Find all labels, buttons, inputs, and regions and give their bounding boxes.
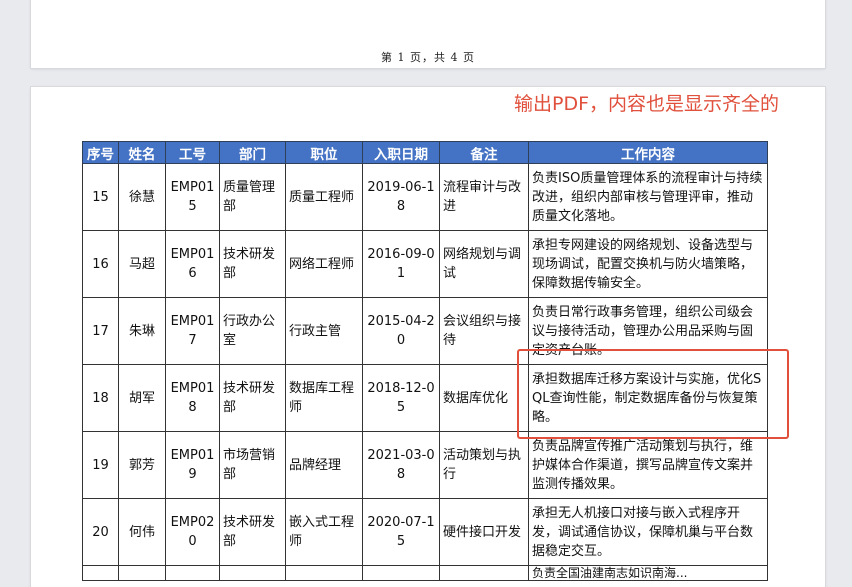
- cell-position: 品牌经理: [285, 431, 363, 499]
- cell-hire-date: [362, 565, 440, 581]
- cell-job-description: 承担数据库迁移方案设计与实施，优化SQL查询性能，制定数据库备份与恢复策略。: [528, 364, 768, 432]
- header-employee-id: 工号: [165, 141, 220, 164]
- cell-index: 20: [82, 498, 119, 566]
- cell-remarks: 流程审计与改进: [439, 163, 529, 231]
- cell-index: 17: [82, 297, 119, 365]
- cell-job-description: 承担专网建设的网络规划、设备选型与现场调试，配置交换机与防火墙策略，保障数据传输…: [528, 230, 768, 298]
- annotation-note: 输出PDF，内容也是显示齐全的: [514, 93, 780, 115]
- header-department: 部门: [219, 141, 286, 164]
- cell-hire-date: 2020-07-15: [362, 498, 440, 566]
- cell-name: [118, 565, 166, 581]
- cell-employee-id: EMP017: [165, 297, 220, 365]
- cell-job-description: 负责全国油建南志如识南海...: [528, 565, 768, 581]
- cell-job-description: 负责ISO质量管理体系的流程审计与持续改进，组织内部审核与管理评审，推动质量文化…: [528, 163, 768, 231]
- cell-name: 朱琳: [118, 297, 166, 365]
- cell-hire-date: 2015-04-20: [362, 297, 440, 365]
- cell-job-description: 承担无人机接口对接与嵌入式程序开发，调试通信协议，保障机巢与平台数据稳定交互。: [528, 498, 768, 566]
- cell-remarks: 硬件接口开发: [439, 498, 529, 566]
- cell-employee-id: EMP018: [165, 364, 220, 432]
- table-row: 20 何伟 EMP020 技术研发部 嵌入式工程师 2020-07-15 硬件接…: [82, 498, 768, 566]
- cell-hire-date: 2021-03-08: [362, 431, 440, 499]
- page-footer: 第 1 页，共 4 页: [381, 51, 475, 64]
- header-name: 姓名: [118, 141, 166, 164]
- cell-index: 19: [82, 431, 119, 499]
- cell-remarks: [439, 565, 529, 581]
- cell-job-description: 负责品牌宣传推广活动策划与执行，维护媒体合作渠道，撰写品牌宣传文案并监测传播效果…: [528, 431, 768, 499]
- table-row-partial: 负责全国油建南志如识南海...: [82, 565, 768, 581]
- cell-remarks: 网络规划与调试: [439, 230, 529, 298]
- cell-employee-id: EMP015: [165, 163, 220, 231]
- cell-position: 网络工程师: [285, 230, 363, 298]
- cell-index: 15: [82, 163, 119, 231]
- table-row: 17 朱琳 EMP017 行政办公室 行政主管 2015-04-20 会议组织与…: [82, 297, 768, 365]
- cell-name: 胡军: [118, 364, 166, 432]
- cell-department: [219, 565, 286, 581]
- cell-department: 质量管理部: [219, 163, 286, 231]
- header-remarks: 备注: [439, 141, 529, 164]
- header-hire-date: 入职日期: [362, 141, 440, 164]
- cell-job-description: 负责日常行政事务管理，组织公司级会议与接待活动，管理办公用品采购与固定资产台账。: [528, 297, 768, 365]
- cell-department: 技术研发部: [219, 498, 286, 566]
- cell-name: 何伟: [118, 498, 166, 566]
- table-row: 16 马超 EMP016 技术研发部 网络工程师 2016-09-01 网络规划…: [82, 230, 768, 298]
- cell-index: 18: [82, 364, 119, 432]
- table-header-row: 序号 姓名 工号 部门 职位 入职日期 备注 工作内容: [82, 141, 768, 164]
- document-page-1: 第 1 页，共 4 页: [31, 0, 825, 68]
- cell-department: 行政办公室: [219, 297, 286, 365]
- table-row: 19 郭芳 EMP019 市场营销部 品牌经理 2021-03-08 活动策划与…: [82, 431, 768, 499]
- cell-position: [285, 565, 363, 581]
- cell-hire-date: 2019-06-18: [362, 163, 440, 231]
- header-index: 序号: [82, 141, 119, 164]
- table-row: 15 徐慧 EMP015 质量管理部 质量工程师 2019-06-18 流程审计…: [82, 163, 768, 231]
- header-job-description: 工作内容: [528, 141, 768, 164]
- employee-table: 序号 姓名 工号 部门 职位 入职日期 备注 工作内容 15 徐慧 EMP015…: [82, 141, 768, 581]
- cell-employee-id: [165, 565, 220, 581]
- cell-employee-id: EMP016: [165, 230, 220, 298]
- cell-index: [82, 565, 119, 581]
- cell-index: 16: [82, 230, 119, 298]
- cell-name: 马超: [118, 230, 166, 298]
- cell-remarks: 数据库优化: [439, 364, 529, 432]
- cell-position: 质量工程师: [285, 163, 363, 231]
- cell-remarks: 活动策划与执行: [439, 431, 529, 499]
- cell-name: 徐慧: [118, 163, 166, 231]
- cell-employee-id: EMP020: [165, 498, 220, 566]
- cell-employee-id: EMP019: [165, 431, 220, 499]
- cell-hire-date: 2018-12-05: [362, 364, 440, 432]
- cell-position: 嵌入式工程师: [285, 498, 363, 566]
- cell-name: 郭芳: [118, 431, 166, 499]
- cell-department: 技术研发部: [219, 230, 286, 298]
- header-position: 职位: [285, 141, 363, 164]
- cell-department: 技术研发部: [219, 364, 286, 432]
- cell-department: 市场营销部: [219, 431, 286, 499]
- table-row: 18 胡军 EMP018 技术研发部 数据库工程师 2018-12-05 数据库…: [82, 364, 768, 432]
- cell-remarks: 会议组织与接待: [439, 297, 529, 365]
- cell-position: 行政主管: [285, 297, 363, 365]
- cell-position: 数据库工程师: [285, 364, 363, 432]
- cell-hire-date: 2016-09-01: [362, 230, 440, 298]
